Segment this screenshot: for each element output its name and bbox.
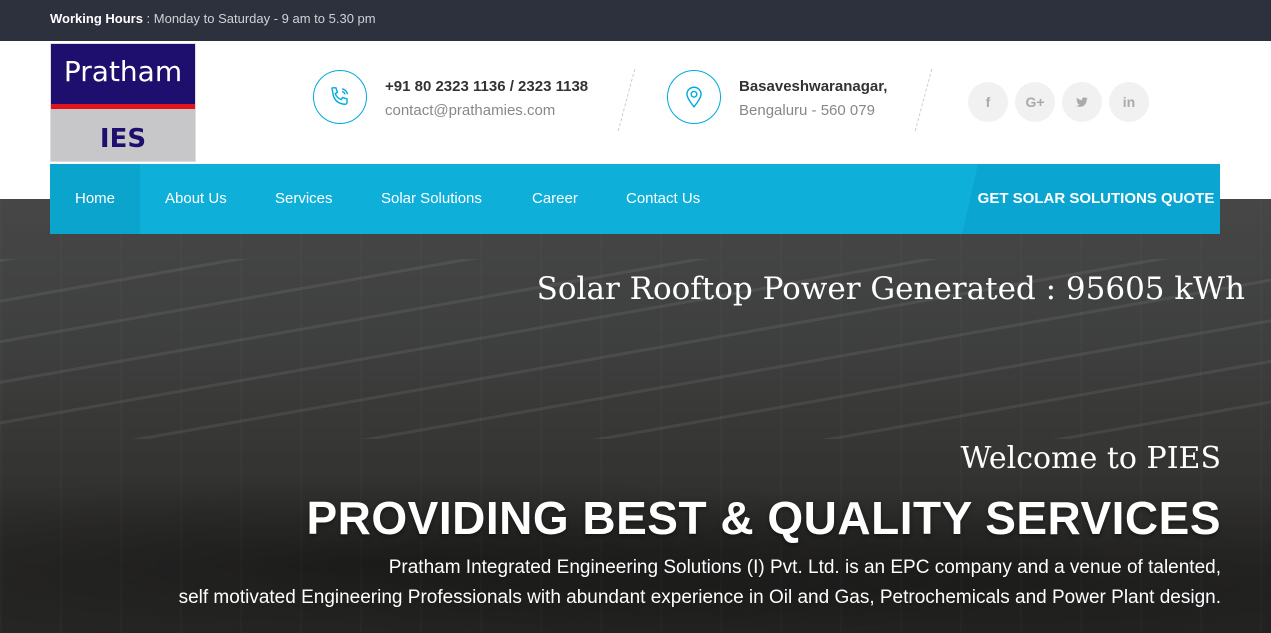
address-line-2: Bengaluru - 560 079 (739, 102, 875, 119)
location-pin-icon (667, 70, 721, 124)
nav-home[interactable]: Home (50, 164, 140, 234)
header-divider (914, 69, 933, 131)
phone-number[interactable]: +91 80 2323 1136 / 2323 1138 (385, 78, 588, 95)
hero-headline: PROVIDING BEST & QUALITY SERVICES (306, 492, 1221, 544)
linkedin-icon[interactable]: in (1109, 82, 1149, 122)
nav-services[interactable]: Services (275, 164, 333, 234)
solar-power-counter: Solar Rooftop Power Generated : 95605 kW… (536, 271, 1245, 307)
logo-text-bottom: IES (51, 109, 195, 161)
google-plus-icon[interactable]: G+ (1015, 82, 1055, 122)
header-divider (617, 69, 636, 131)
welcome-heading: Welcome to PIES (960, 441, 1221, 476)
logo-text-top: Pratham (51, 44, 195, 104)
hero-description-line-2: self motivated Engineering Professionals… (178, 587, 1221, 608)
nav-about-us[interactable]: About Us (165, 164, 227, 234)
facebook-icon[interactable]: f (968, 82, 1008, 122)
address-line-1: Basaveshwaranagar, (739, 78, 888, 95)
working-hours-label: Working Hours (50, 11, 143, 26)
twitter-icon[interactable] (1062, 82, 1102, 122)
email-address[interactable]: contact@prathamies.com (385, 102, 555, 119)
working-hours-text: : Monday to Saturday - 9 am to 5.30 pm (142, 11, 376, 26)
get-quote-button[interactable]: GET SOLAR SOLUTIONS QUOTE (962, 164, 1220, 234)
nav-career[interactable]: Career (532, 164, 578, 234)
social-links: f G+ in (968, 82, 1149, 122)
main-navigation: Home About Us Services Solar Solutions C… (50, 164, 1220, 234)
site-logo[interactable]: Pratham IES (50, 43, 196, 162)
working-hours-bar: Working Hours : Monday to Saturday - 9 a… (0, 0, 1271, 41)
nav-solar-solutions[interactable]: Solar Solutions (381, 164, 482, 234)
hero-description-line-1: Pratham Integrated Engineering Solutions… (388, 557, 1221, 578)
phone-icon (313, 70, 367, 124)
nav-contact-us[interactable]: Contact Us (626, 164, 700, 234)
hero-banner: Solar Rooftop Power Generated : 95605 kW… (0, 199, 1271, 633)
